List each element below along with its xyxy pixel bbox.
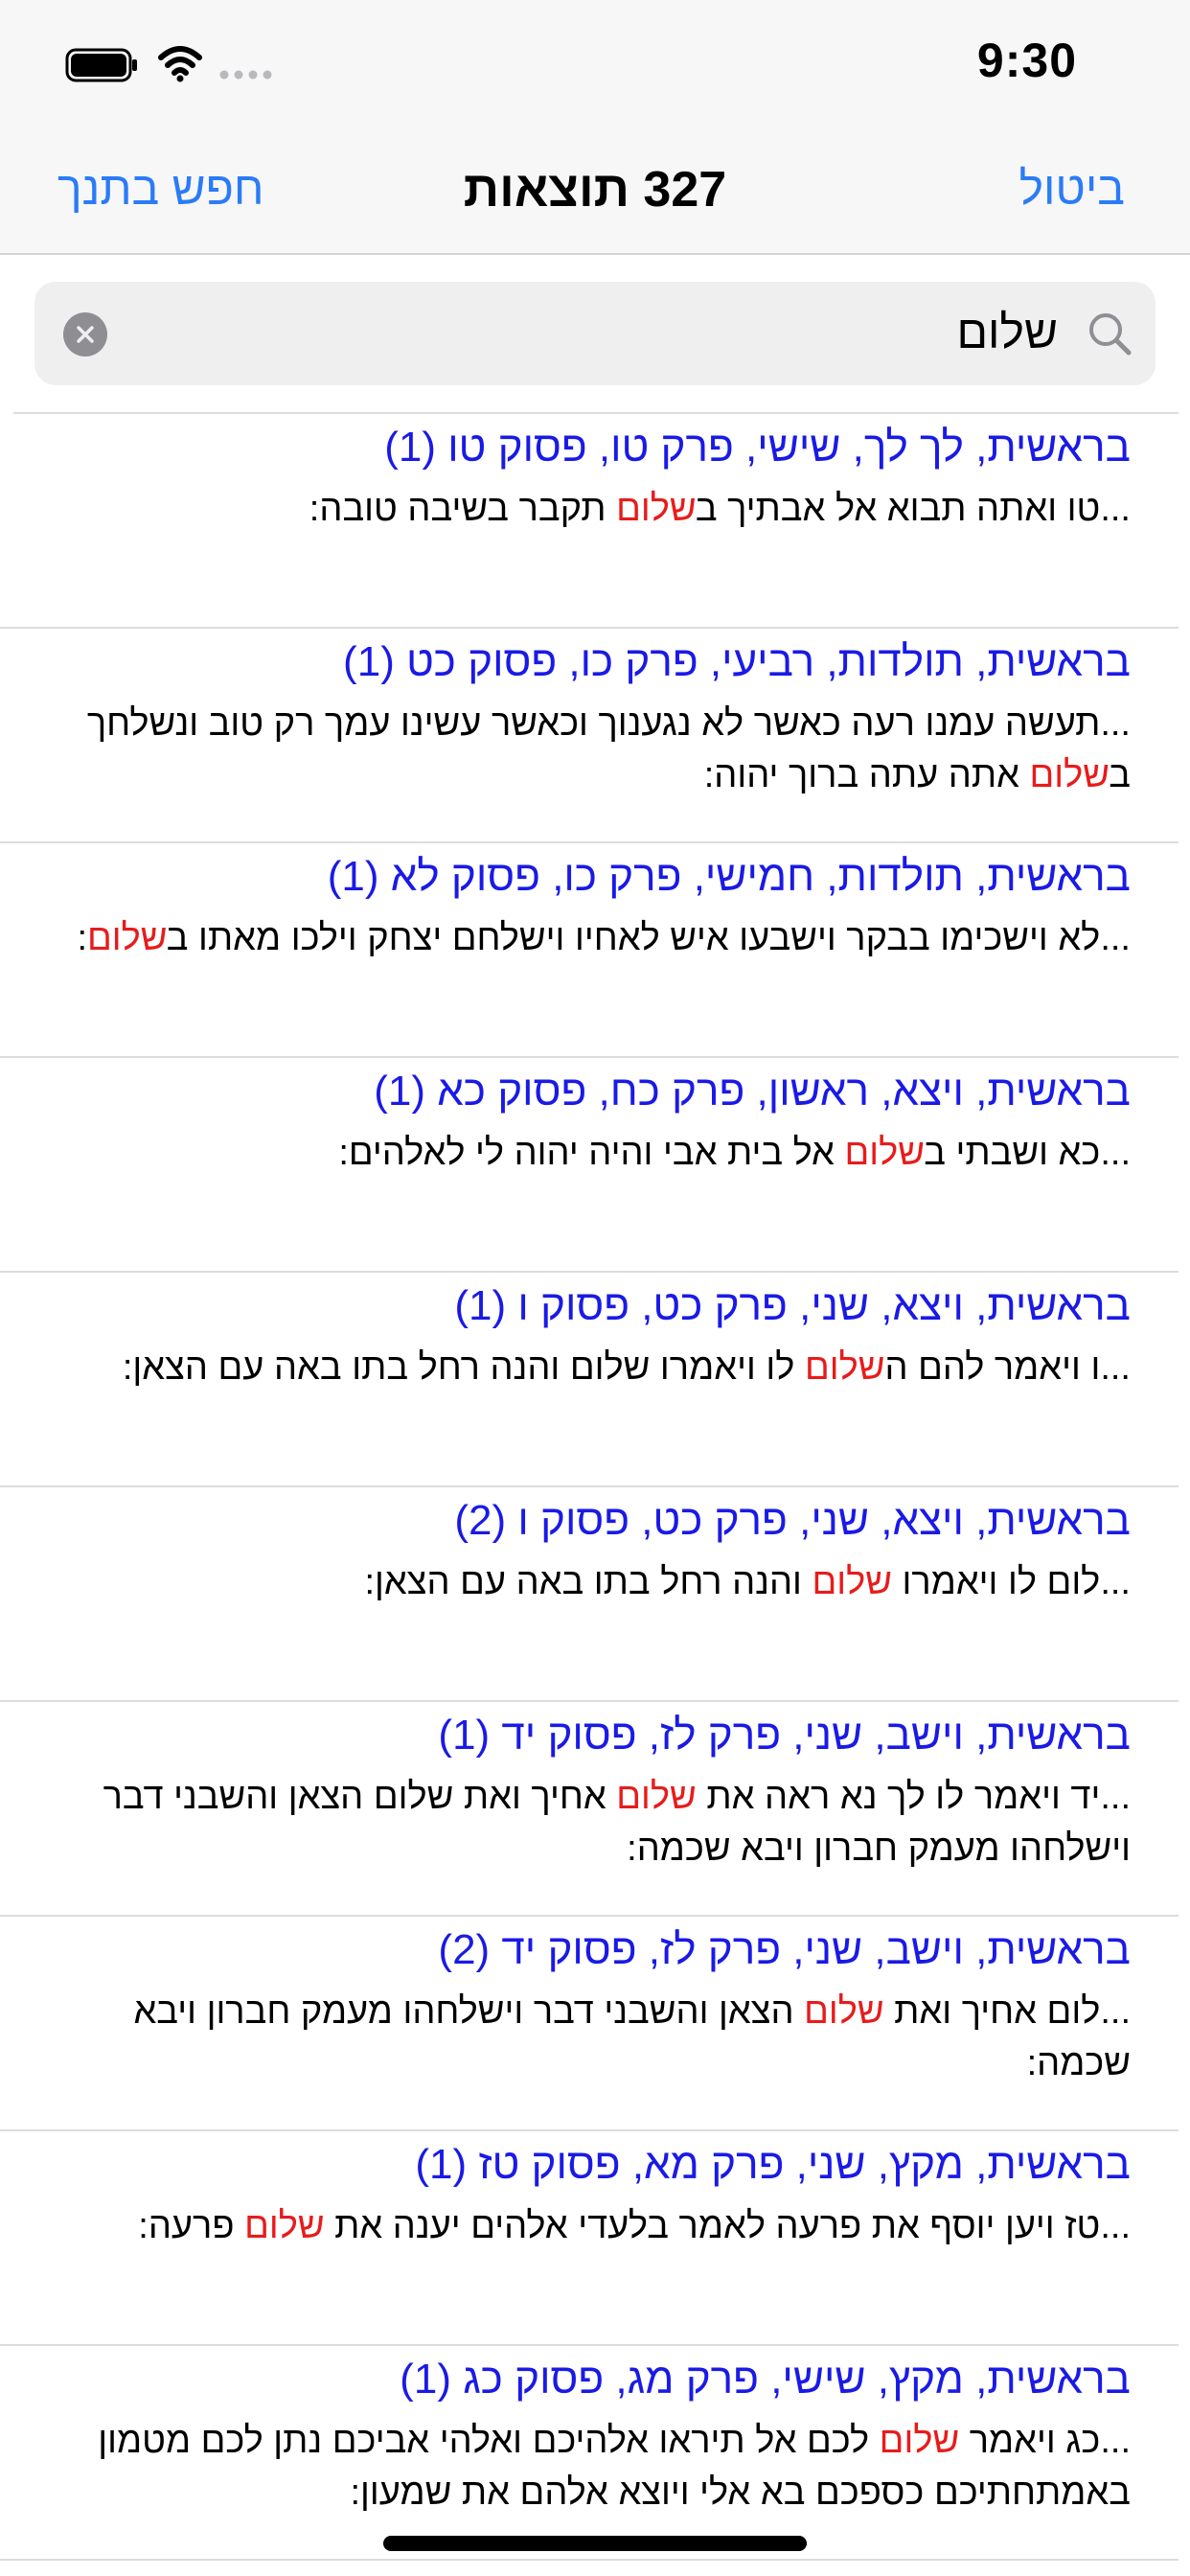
- result-snippet: ...לא וישכימו בבקר וישבעו איש לאחיו וישל…: [48, 912, 1131, 964]
- result-snippet: ...לום לו ויאמרו שלום והנה רחל בתו באה ע…: [48, 1556, 1131, 1608]
- result-row[interactable]: בראשית, תולדות, חמישי, פרק כו, פסוק לא (…: [0, 843, 1179, 1058]
- snippet-before: ...טז ויען יוסף את פרעה לאמר בלעדי אלהים…: [324, 2206, 1131, 2246]
- result-reference: בראשית, ויצא, ראשון, פרק כח, פסוק כא (1): [374, 1068, 1131, 1115]
- snippet-before: ...לא וישכימו בבקר וישבעו איש לאחיו וישל…: [167, 918, 1131, 958]
- result-snippet: ...תעשה עמנו רעה כאשר לא נגענוך וכאשר עש…: [48, 698, 1131, 801]
- result-reference: בראשית, מקץ, שישי, פרק מג, פסוק כג (1): [400, 2356, 1131, 2403]
- result-row[interactable]: בראשית, וישב, שני, פרק לז, פסוק יד (1) .…: [0, 1702, 1179, 1917]
- snippet-after: לו ויאמרו שלום והנה רחל בתו באה עם הצאן:: [122, 1347, 805, 1388]
- result-snippet: ...טז ויען יוסף את פרעה לאמר בלעדי אלהים…: [48, 2200, 1131, 2252]
- search-query: שלום: [956, 308, 1059, 358]
- snippet-before: ...כג ויאמר: [959, 2421, 1131, 2461]
- result-row[interactable]: בראשית, לך לך, שישי, פרק טו, פסוק טו (1)…: [0, 414, 1179, 629]
- snippet-match: שלום: [879, 2421, 960, 2461]
- result-reference: בראשית, תולדות, רביעי, פרק כו, פסוק כט (…: [343, 638, 1131, 685]
- cellular-signal-icon: [219, 70, 272, 80]
- snippet-match: שלום: [804, 1347, 885, 1388]
- snippet-match: שלום: [616, 489, 697, 529]
- result-reference: בראשית, ויצא, שני, פרק כט, פסוק ו (1): [454, 1282, 1131, 1329]
- result-row[interactable]: בראשית, ויצא, ראשון, פרק כח, פסוק כא (1)…: [0, 1058, 1179, 1273]
- home-indicator[interactable]: [383, 2536, 807, 2551]
- wifi-icon: [158, 46, 202, 82]
- result-row[interactable]: בראשית, תולדות, רביעי, פרק כו, פסוק כט (…: [0, 629, 1179, 843]
- result-row[interactable]: בראשית, וישב, שני, פרק לז, פסוק יד (2) .…: [0, 1917, 1179, 2131]
- snippet-match: שלום: [616, 1777, 697, 1817]
- result-reference: בראשית, לך לך, שישי, פרק טו, פסוק טו (1): [384, 424, 1131, 471]
- snippet-after: והנה רחל בתו באה עם הצאן:: [364, 1562, 812, 1602]
- snippet-before: ...לום אחיך ואת: [883, 1991, 1131, 2032]
- result-snippet: ...לום אחיך ואת שלום הצאן והשבני דבר ויש…: [48, 1986, 1131, 2089]
- snippet-after: אל בית אבי והיה יהוה לי לאלהים:: [338, 1133, 845, 1173]
- result-snippet: ...כא ושבתי בשלום אל בית אבי והיה יהוה ל…: [48, 1127, 1131, 1179]
- status-bar: 9:30: [0, 0, 1190, 134]
- result-reference: בראשית, מקץ, שני, פרק מא, פסוק טז (1): [415, 2141, 1131, 2188]
- search-input[interactable]: שלום: [34, 282, 1156, 385]
- result-reference: בראשית, תולדות, חמישי, פרק כו, פסוק לא (…: [327, 853, 1131, 900]
- page-title: 327 תוצאות: [463, 162, 727, 218]
- search-icon: [1089, 313, 1132, 356]
- navigation-bar: חפש בתנך 327 תוצאות ביטול: [0, 134, 1190, 255]
- snippet-after: אתה עתה ברוך יהוה:: [703, 755, 1030, 795]
- snippet-match: שלום: [1029, 755, 1110, 795]
- result-reference: בראשית, ויצא, שני, פרק כט, פסוק ו (2): [454, 1497, 1131, 1544]
- result-snippet: ...יד ויאמר לו לך נא ראה את שלום אחיך וא…: [48, 1771, 1131, 1874]
- snippet-before: ...ו ויאמר להם ה: [884, 1347, 1131, 1388]
- result-row[interactable]: בראשית, ויצא, שני, פרק כט, פסוק ו (1) ..…: [0, 1273, 1179, 1487]
- snippet-match: שלום: [87, 918, 168, 958]
- snippet-match: שלום: [244, 2206, 325, 2246]
- status-time: 9:30: [976, 34, 1077, 87]
- clear-icon[interactable]: [63, 312, 107, 356]
- snippet-after: פרעה:: [138, 2206, 245, 2246]
- result-snippet: ...טו ואתה תבוא אל אבתיך בשלום תקבר בשיב…: [48, 483, 1131, 535]
- snippet-after: תקבר בשיבה טובה:: [309, 489, 617, 529]
- result-row[interactable]: בראשית, ויצא, שני, פרק כט, פסוק ו (2) ..…: [0, 1487, 1179, 1702]
- result-reference: בראשית, וישב, שני, פרק לז, פסוק יד (1): [438, 1712, 1131, 1759]
- results-list: בראשית, לך לך, שישי, פרק טו, פסוק טו (1)…: [0, 414, 1190, 2561]
- snippet-before: ...לום לו ויאמרו: [891, 1562, 1131, 1602]
- snippet-match: שלום: [844, 1133, 925, 1173]
- snippet-match: שלום: [812, 1562, 892, 1602]
- result-snippet: ...כג ויאמר שלום לכם אל תיראו אלהיכם ואל…: [48, 2415, 1131, 2518]
- battery-icon: [65, 48, 137, 82]
- snippet-match: שלום: [804, 1991, 884, 2032]
- cancel-button[interactable]: ביטול: [1019, 163, 1125, 216]
- search-bar: שלום: [0, 255, 1190, 408]
- snippet-before: ...טו ואתה תבוא אל אבתיך ב: [696, 489, 1131, 529]
- result-snippet: ...ו ויאמר להם השלום לו ויאמרו שלום והנה…: [48, 1342, 1131, 1393]
- result-reference: בראשית, וישב, שני, פרק לז, פסוק יד (2): [438, 1926, 1131, 1973]
- result-row[interactable]: בראשית, מקץ, שני, פרק מא, פסוק טז (1) ..…: [0, 2131, 1179, 2346]
- snippet-before: ...יד ויאמר לו לך נא ראה את: [696, 1777, 1131, 1817]
- snippet-after: :: [77, 918, 88, 958]
- snippet-before: ...כא ושבתי ב: [924, 1133, 1131, 1173]
- result-row[interactable]: בראשית, מקץ, שישי, פרק מג, פסוק כג (1) .…: [0, 2346, 1179, 2561]
